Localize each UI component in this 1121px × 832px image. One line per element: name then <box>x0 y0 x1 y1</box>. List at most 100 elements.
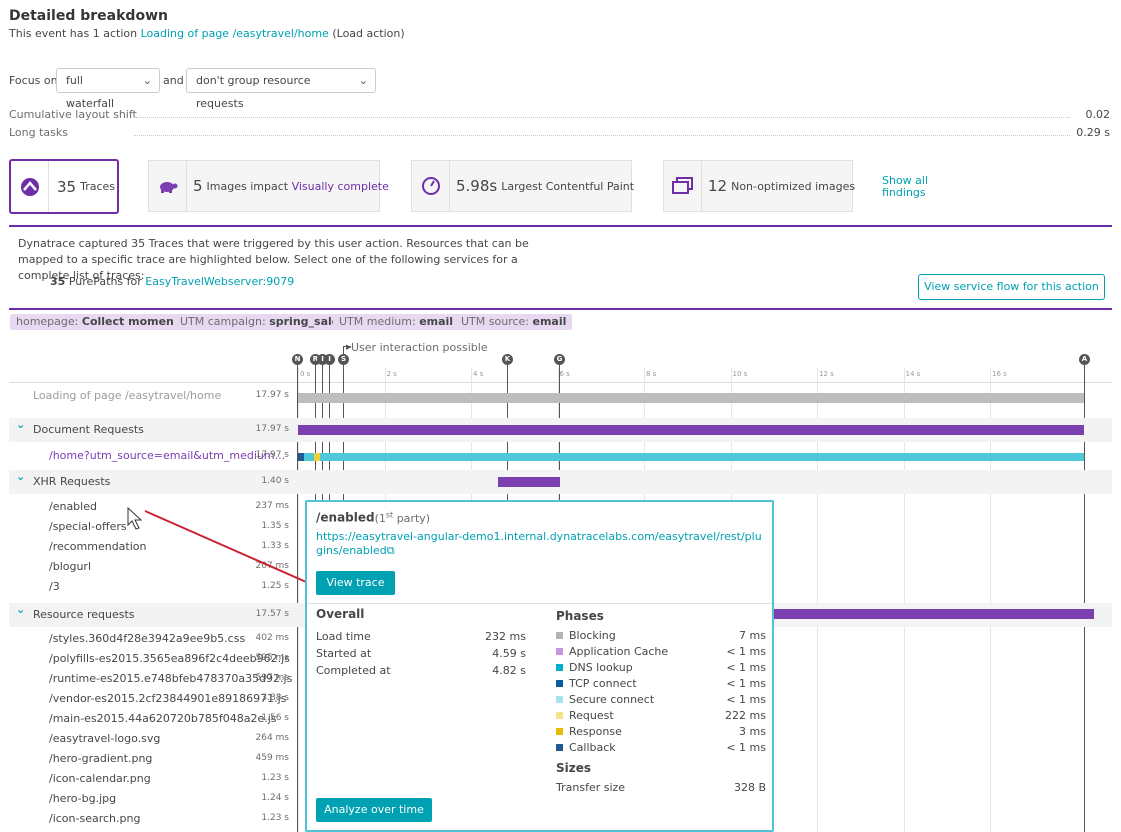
tick-label: 4 s <box>473 370 484 378</box>
phase-item: DNS lookup < 1 ms <box>556 661 766 675</box>
phase-item: Blocking 7 ms <box>556 629 766 643</box>
phase-item: Request 222 ms <box>556 709 766 723</box>
images-icon <box>664 161 702 211</box>
phases-title: Phases <box>556 609 604 623</box>
row-name: Resource requests <box>33 608 135 621</box>
row-name: /easytravel-logo.svg <box>49 732 161 745</box>
phase-swatch <box>556 632 563 639</box>
metric-cls: Cumulative layout shift 0.02 <box>9 108 1110 121</box>
show-all-findings-link[interactable]: Show all findings <box>882 175 942 199</box>
timeline-marker[interactable]: I <box>324 354 335 365</box>
popup-title: /enabled <box>316 510 375 525</box>
row-duration: 402 ms <box>255 633 290 643</box>
row-name: /hero-bg.jpg <box>49 792 117 805</box>
sizes-title: Sizes <box>556 761 592 775</box>
row-duration: 1.23 s <box>261 773 289 783</box>
event-summary: This event has 1 action Loading of page … <box>9 27 405 40</box>
action-link[interactable]: Loading of page /easytravel/home <box>141 27 329 40</box>
phase-swatch <box>556 744 563 751</box>
row-name: /enabled <box>49 500 97 513</box>
tick-label: 10 s <box>732 370 748 378</box>
tag-homepage: homepage: Collect moments <box>10 314 192 330</box>
chevron-down-icon[interactable]: ⌄ <box>16 603 25 616</box>
row-name: /icon-calendar.png <box>49 772 151 785</box>
row-duration: 1.40 s <box>261 476 289 486</box>
page-load-bar[interactable] <box>298 393 1084 403</box>
phase-swatch <box>556 696 563 703</box>
annotation-arrow <box>127 506 317 587</box>
document-requests-bar[interactable] <box>298 425 1084 435</box>
metric-long-tasks: Long tasks 0.29 s <box>9 126 1110 139</box>
turtle-icon <box>149 161 187 211</box>
external-link-icon: ⧉ <box>386 544 395 557</box>
phase-swatch <box>556 728 563 735</box>
phase-swatch <box>556 712 563 719</box>
tag-utm-source: UTM source: email <box>455 314 573 330</box>
timeline-marker[interactable]: K <box>502 354 513 365</box>
card-images-impact[interactable]: 5 Images impact Visually complete <box>148 160 389 212</box>
row-name: /main-es2015.44a620720b785f048a2e.js <box>49 712 277 725</box>
chevron-down-icon: ⌄ <box>142 74 152 87</box>
row-duration: 17.97 s <box>255 424 289 434</box>
overall-title: Overall <box>316 607 365 621</box>
group-select[interactable]: don't group resource requests ⌄ <box>186 68 376 110</box>
tick-label: 2 s <box>386 370 397 378</box>
phase-swatch <box>556 680 563 687</box>
resource-requests-bar[interactable] <box>772 609 1094 619</box>
row-name: /special-offers <box>49 520 127 533</box>
card-lcp[interactable]: 5.98s Largest Contentful Paint <box>411 160 634 212</box>
group-row[interactable]: ⌄ XHR Requests 1.40 s <box>9 470 1112 494</box>
traces-icon <box>11 161 49 212</box>
row-name: /hero-gradient.png <box>49 752 153 765</box>
focus-select[interactable]: full waterfall ⌄ <box>56 68 160 110</box>
row-name: /vendor-es2015.2cf23844901e89186971.js <box>49 692 287 705</box>
phase-swatch <box>556 648 563 655</box>
phase-item: Secure connect < 1 ms <box>556 693 766 707</box>
request-url-link[interactable]: https://easytravel-angular-demo1.interna… <box>316 530 766 558</box>
row-name: /3 <box>49 580 60 593</box>
and-label: and <box>163 74 184 87</box>
chevron-down-icon[interactable]: ⌄ <box>16 470 25 483</box>
phase-swatch <box>556 664 563 671</box>
timeline-marker[interactable]: N <box>292 354 303 365</box>
overall-item: Completed at 4.82 s <box>316 664 526 677</box>
chevron-down-icon: ⌄ <box>358 74 368 87</box>
overall-item: Load time 232 ms <box>316 630 526 643</box>
card-traces[interactable]: 35 Traces <box>9 159 119 214</box>
tick-label: 6 s <box>559 370 570 378</box>
row-name: /icon-search.png <box>49 812 141 825</box>
service-link[interactable]: EasyTravelWebserver:9079 <box>145 275 294 288</box>
divider <box>9 308 1112 310</box>
row-duration: 17.97 s <box>255 450 289 460</box>
timeline-marker[interactable]: S <box>338 354 349 365</box>
home-request-bar[interactable] <box>298 453 1084 461</box>
view-trace-button[interactable]: View trace <box>316 571 395 595</box>
row-duration: 17.97 s <box>255 390 289 400</box>
tag-utm-medium: UTM medium: email <box>333 314 460 330</box>
phase-item: Response 3 ms <box>556 725 766 739</box>
row-duration: 3.88 s <box>261 693 289 703</box>
row-name: /styles.360d4f28e3942a9ee9b5.css <box>49 632 246 645</box>
visually-complete-link[interactable]: Visually complete <box>292 180 389 193</box>
row-duration: 1.24 s <box>261 793 289 803</box>
chevron-down-icon[interactable]: ⌄ <box>16 418 25 431</box>
row-name: /polyfills-es2015.3565ea896f2c4deeb962.j… <box>49 652 290 665</box>
xhr-requests-bar[interactable] <box>498 477 560 487</box>
timeline-marker[interactable]: G <box>554 354 565 365</box>
analyze-over-time-button[interactable]: Analyze over time <box>316 798 432 822</box>
divider <box>9 225 1112 227</box>
timeline-marker[interactable]: A <box>1079 354 1090 365</box>
view-service-flow-button[interactable]: View service flow for this action <box>918 274 1105 300</box>
row-duration: 264 ms <box>255 733 290 743</box>
row-name: /blogurl <box>49 560 92 573</box>
tick-label: 0 s <box>300 370 311 378</box>
row-duration: 595 ms <box>255 653 290 663</box>
page-title: Detailed breakdown <box>9 8 168 24</box>
tag-utm-campaign: UTM campaign: spring_sale <box>174 314 346 330</box>
card-non-optimized[interactable]: 12 Non-optimized images <box>663 160 855 212</box>
row-name: /home?utm_source=email&utm_medium... <box>49 449 286 462</box>
phase-item: Application Cache < 1 ms <box>556 645 766 659</box>
interaction-label: User interaction possible <box>351 341 488 354</box>
focus-label: Focus on <box>9 74 58 87</box>
phase-item: TCP connect < 1 ms <box>556 677 766 691</box>
